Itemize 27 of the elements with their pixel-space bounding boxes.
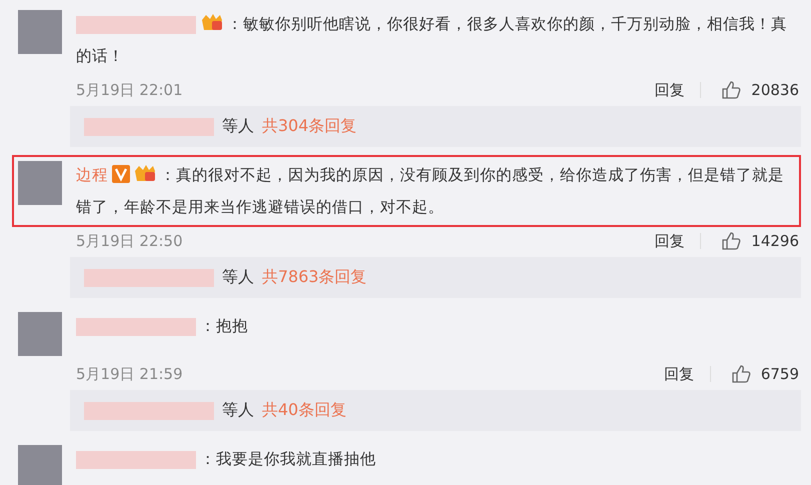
username-link[interactable]: 边程 — [76, 166, 108, 184]
reply-link[interactable]: 回复 — [654, 232, 684, 250]
replier-suffix: 等人 — [222, 400, 254, 421]
avatar-placeholder[interactable] — [18, 445, 62, 485]
like-count: 6759 — [760, 365, 799, 383]
replier-suffix: 等人 — [222, 116, 254, 137]
comment-text: ：抱抱 — [76, 310, 795, 342]
avatar-placeholder[interactable] — [18, 161, 62, 205]
replier-suffix: 等人 — [222, 267, 254, 288]
avatar-placeholder[interactable] — [18, 10, 62, 54]
like-count: 20836 — [751, 81, 799, 99]
reply-link[interactable]: 回复 — [654, 80, 684, 100]
comment-text: ：我要是你我就直播抽他 — [76, 443, 795, 475]
thumbs-up-icon — [721, 231, 742, 251]
reply-count-link[interactable]: 共40条回复 — [262, 400, 346, 421]
timestamp: 5月19日 22:50 — [76, 232, 183, 250]
timestamp: 5月19日 21:59 — [76, 364, 183, 384]
thumbs-up-icon — [721, 80, 742, 100]
reply-count-link[interactable]: 共7863条回复 — [262, 267, 367, 288]
avatar-placeholder[interactable] — [18, 312, 62, 356]
comment-text: 边程 ：真的很对不起，因为我的原因，没有顾及到你的感受，给你造成了伤害，但是错了就是错了，年龄不是用来当作逃避错误的借口，对不起。 — [76, 159, 795, 223]
timestamp: 5月19日 22:01 — [76, 80, 183, 100]
comment-text: ：敏敏你别听他瞎说，你很好看，很多人喜欢你的颜，千万别动脸，相信我！真的话！ — [76, 8, 795, 72]
reply-link[interactable]: 回复 — [664, 364, 694, 384]
reply-count-link[interactable]: 共304条回复 — [262, 116, 357, 137]
like-count: 14296 — [751, 232, 799, 250]
thumbs-up-icon — [730, 364, 751, 384]
